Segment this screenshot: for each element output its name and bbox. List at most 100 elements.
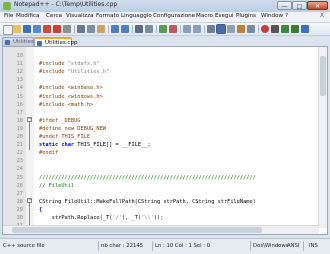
toolbar-separator	[132, 25, 133, 33]
code-token: #include	[39, 61, 68, 68]
code-line[interactable]: 20 #undef THIS_FILE	[3, 133, 327, 141]
code-line[interactable]: 12 #include "Utilities.h"	[3, 68, 327, 76]
code-token: #undef THIS_FILE	[39, 134, 91, 140]
code-line[interactable]: 27	[3, 190, 327, 198]
code-text: CString FileUtil::MakeFullPath(CString s…	[39, 198, 256, 206]
zoom-in-icon[interactable]	[159, 25, 167, 33]
sync-v-icon[interactable]	[183, 25, 191, 33]
new-file-icon[interactable]	[3, 25, 13, 35]
code-line[interactable]: 16 #include <math.h>	[3, 101, 327, 109]
minimize-button[interactable]: —	[277, 1, 292, 10]
code-line[interactable]: 23	[3, 157, 327, 165]
line-number: 29	[16, 206, 23, 213]
vertical-scrollbar[interactable]	[318, 47, 327, 228]
code-line[interactable]: 10	[3, 52, 327, 60]
code-token: '/'	[112, 215, 122, 221]
all-chars-icon[interactable]	[216, 24, 226, 34]
redo-icon[interactable]	[121, 25, 129, 33]
menu-plugins[interactable]: Plugins	[236, 13, 256, 19]
play-macro-icon[interactable]	[281, 25, 289, 33]
maximize-button[interactable]: □	[292, 1, 307, 10]
wrap-icon[interactable]	[207, 25, 215, 33]
code-token: "Utilities.h"	[67, 69, 110, 76]
code-token: THIS_FILE[] = __FILE__;	[77, 142, 151, 149]
code-text: {	[39, 206, 42, 214]
code-token: #include	[39, 69, 68, 76]
code-editor[interactable]: 10 11 #include "stdafx.h" 12 #include "Utili…	[2, 46, 328, 235]
line-number: 30	[16, 215, 23, 221]
code-line[interactable]: 15 #include <windows.h>	[3, 93, 327, 101]
code-text: #endif	[39, 149, 58, 157]
menu-formato[interactable]: Formato	[96, 13, 119, 19]
status-insert-mode: INS	[309, 243, 318, 249]
undo-icon[interactable]	[111, 25, 119, 33]
code-line[interactable]: 24	[3, 165, 327, 173]
code-text: static char THIS_FILE[] = __FILE__;	[39, 141, 151, 149]
sync-h-icon[interactable]	[193, 25, 201, 33]
status-cursor-position: Ln : 10 Col : 1 Sel : 0	[155, 243, 211, 249]
replace-icon[interactable]	[145, 25, 153, 33]
tab-utilities-cpp[interactable]: Utilities.cpp	[34, 37, 77, 46]
close-document-button[interactable]: X	[320, 12, 324, 19]
menu-macro[interactable]: Macro	[196, 13, 213, 19]
tab-utilities-h[interactable]: Utilities.h	[2, 37, 39, 46]
menu-modifica[interactable]: Modifica	[16, 13, 39, 19]
title-bar[interactable]: Notepad++ - C:\Temp\Utilities.cpp — □ ✕	[0, 0, 330, 12]
copy-icon[interactable]	[87, 25, 95, 33]
code-token: #define new DEBUG_NEW	[39, 125, 106, 132]
toolbar-separator	[258, 25, 259, 33]
line-number: 15	[16, 93, 23, 100]
menu-visualizza[interactable]: Visualizza	[66, 13, 94, 19]
code-line[interactable]: 21 static char THIS_FILE[] = __FILE__;	[3, 141, 327, 149]
code-line[interactable]: 22 #endif	[3, 149, 327, 157]
menu-linguaggio[interactable]: Linguaggio	[121, 13, 152, 19]
stop-record-icon[interactable]	[271, 25, 279, 33]
menu-configurazione[interactable]: Configurazione	[153, 13, 195, 19]
status-eol-format: Dos\Windows	[253, 243, 289, 249]
menu-help[interactable]: ?	[285, 13, 288, 19]
horizontal-scroll-thumb[interactable]	[12, 227, 262, 233]
code-line[interactable]: 19 #define new DEBUG_NEW	[3, 125, 327, 133]
close-icon[interactable]	[43, 25, 51, 33]
code-text: #undef THIS_FILE	[39, 133, 90, 141]
code-token: strPath.Replace(_T(	[39, 215, 113, 221]
zoom-out-icon[interactable]	[169, 25, 177, 33]
code-line[interactable]: 30 strPath.Replace(_T('/'), _T('\\'));	[3, 214, 327, 222]
menu-cerca[interactable]: Cerca	[46, 13, 62, 19]
save-all-icon[interactable]	[33, 25, 41, 33]
horizontal-scrollbar[interactable]	[3, 225, 319, 234]
code-line[interactable]: 26 // FileUtil	[3, 182, 327, 190]
code-line[interactable]: 17	[3, 109, 327, 117]
indent-guide-icon[interactable]	[227, 25, 235, 33]
run-macro-icon[interactable]	[291, 25, 299, 33]
doc-map-icon[interactable]	[247, 25, 255, 33]
line-number: 16	[16, 101, 23, 108]
save-icon[interactable]	[23, 25, 31, 33]
code-line[interactable]: 25 //////////////////////////////////////…	[3, 174, 327, 182]
record-macro-icon[interactable]	[261, 25, 269, 33]
status-separator	[152, 241, 153, 251]
code-line[interactable]: 13	[3, 76, 327, 84]
menu-window[interactable]: Window	[261, 13, 283, 19]
menu-file[interactable]: File	[4, 13, 13, 19]
fold-range-line	[29, 122, 30, 150]
close-window-button[interactable]: ✕	[307, 1, 328, 10]
open-file-icon[interactable]	[13, 25, 21, 33]
close-all-icon[interactable]	[53, 25, 61, 33]
save-macro-icon[interactable]	[301, 25, 309, 33]
code-line[interactable]: 28 CString FileUtil::MakeFullPath(CString…	[3, 198, 327, 206]
cut-icon[interactable]	[77, 25, 85, 33]
toolbar	[0, 23, 330, 36]
print-icon[interactable]	[63, 25, 71, 33]
lang-icon[interactable]	[237, 25, 245, 33]
paste-icon[interactable]	[97, 25, 105, 33]
menu-esegui[interactable]: Esegui	[215, 13, 234, 19]
code-line[interactable]: 11 #include "stdafx.h"	[3, 60, 327, 68]
code-text: #include <winbase.h>	[39, 84, 103, 92]
code-line[interactable]: 18 #ifdef _DEBUG	[3, 117, 327, 125]
code-line[interactable]: 14 #include <winbase.h>	[3, 84, 327, 92]
vertical-scroll-thumb[interactable]	[320, 56, 326, 96]
find-icon[interactable]	[135, 25, 143, 33]
code-line[interactable]: 29 {	[3, 206, 327, 214]
status-separator	[98, 241, 99, 251]
